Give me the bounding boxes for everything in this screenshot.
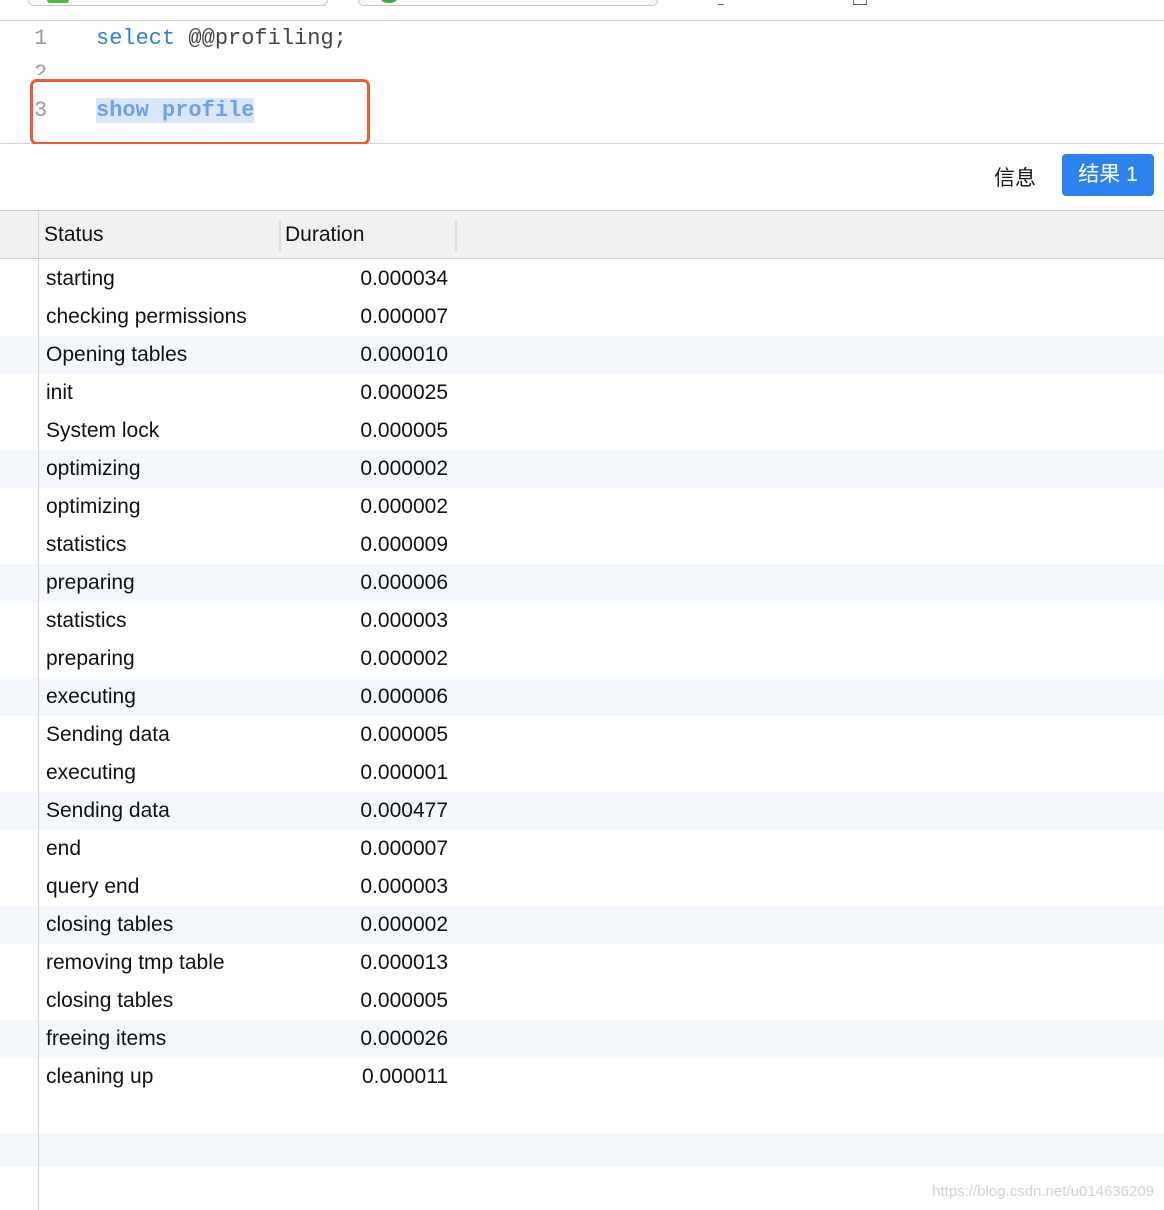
column-header-duration[interactable]: Duration (285, 211, 364, 258)
table-row[interactable]: System lock 0.000005 (0, 412, 1164, 450)
column-resize-handle[interactable] (455, 219, 457, 252)
duration-cell[interactable]: 0.000001 (360, 754, 448, 792)
sql-expression: @@profiling; (175, 26, 347, 51)
status-cell[interactable]: System lock (46, 412, 159, 450)
table-row[interactable]: checking permissions 0.000007 (0, 298, 1164, 336)
table-row[interactable]: cleaning up 0.000011 (0, 1058, 1164, 1096)
status-cell[interactable]: init (46, 374, 73, 412)
filter-icon[interactable] (718, 0, 724, 5)
results-grid[interactable]: Status Duration starting 0.000034 checking… (0, 211, 1164, 1210)
duration-cell[interactable]: 0.000005 (360, 412, 448, 450)
status-cell[interactable]: statistics (46, 602, 127, 640)
duration-cell[interactable]: 0.000003 (360, 602, 448, 640)
table-row[interactable]: executing 0.000006 (0, 678, 1164, 716)
duration-cell[interactable]: 0.000007 (360, 298, 448, 336)
status-cell[interactable]: executing (46, 754, 136, 792)
export-icon[interactable] (853, 0, 867, 5)
sql-editor[interactable]: 1 select @@profiling; 2 3 show profile (0, 21, 1164, 145)
status-cell[interactable]: Sending data (46, 716, 170, 754)
status-cell[interactable]: closing tables (46, 906, 173, 944)
status-cell[interactable]: executing (46, 678, 136, 716)
status-cell[interactable]: optimizing (46, 488, 141, 526)
duration-cell[interactable]: 0.000005 (360, 982, 448, 1020)
result-panel-header: 信息 结果 1 (0, 144, 1164, 211)
table-row[interactable]: Sending data 0.000005 (0, 716, 1164, 754)
duration-cell[interactable]: 0.000034 (360, 260, 448, 298)
table-icon (47, 0, 69, 3)
status-cell[interactable]: preparing (46, 640, 135, 678)
duration-cell[interactable]: 0.000002 (360, 640, 448, 678)
duration-cell[interactable]: 0.000010 (360, 336, 448, 374)
table-row[interactable]: query end 0.000003 (0, 868, 1164, 906)
table-row[interactable]: statistics 0.000003 (0, 602, 1164, 640)
status-cell[interactable]: query end (46, 868, 139, 906)
duration-cell[interactable]: 0.000002 (360, 450, 448, 488)
column-header-row: Status Duration (0, 211, 1164, 259)
sql-keyword: select (96, 26, 176, 51)
duration-cell[interactable]: 0.000002 (360, 906, 448, 944)
status-cell[interactable]: Opening tables (46, 336, 187, 374)
table-row[interactable]: closing tables 0.000005 (0, 982, 1164, 1020)
status-cell[interactable]: checking permissions (46, 298, 247, 336)
table-row[interactable]: init 0.000025 (0, 374, 1164, 412)
query-tab-1[interactable] (28, 0, 328, 6)
status-cell[interactable]: optimizing (46, 450, 141, 488)
table-row[interactable]: Sending data 0.000477 (0, 792, 1164, 830)
table-row[interactable]: optimizing 0.000002 (0, 488, 1164, 526)
duration-cell[interactable]: 0.000026 (360, 1020, 448, 1058)
status-cell[interactable]: freeing items (46, 1020, 166, 1058)
empty-row (0, 1133, 1164, 1167)
duration-cell[interactable]: 0.000011 (362, 1058, 448, 1096)
tab-result-1[interactable]: 结果 1 (1062, 154, 1154, 196)
watermark: https://blog.csdn.net/u014636209 (932, 1183, 1154, 1200)
table-row[interactable]: executing 0.000001 (0, 754, 1164, 792)
status-cell[interactable]: removing tmp table (46, 944, 225, 982)
line-number: 1 (34, 26, 48, 51)
duration-cell[interactable]: 0.000025 (360, 374, 448, 412)
table-row[interactable]: statistics 0.000009 (0, 526, 1164, 564)
duration-cell[interactable]: 0.000003 (360, 868, 448, 906)
table-row[interactable]: preparing 0.000002 (0, 640, 1164, 678)
status-cell[interactable]: statistics (46, 526, 127, 564)
duration-cell[interactable]: 0.000006 (360, 678, 448, 716)
line-number: 2 (34, 61, 48, 75)
duration-cell[interactable]: 0.000007 (360, 830, 448, 868)
table-row[interactable]: freeing items 0.000026 (0, 1020, 1164, 1058)
duration-cell[interactable]: 0.000005 (360, 716, 448, 754)
table-row[interactable]: Opening tables 0.000010 (0, 336, 1164, 374)
query-tab-strip (0, 0, 1164, 21)
column-header-status[interactable]: Status (44, 211, 104, 258)
duration-cell[interactable]: 0.000013 (360, 944, 448, 982)
duration-cell[interactable]: 0.000477 (360, 792, 448, 830)
duration-cell[interactable]: 0.000009 (360, 526, 448, 564)
table-body: starting 0.000034 checking permissions 0.00… (0, 260, 1164, 1096)
query-tab-2[interactable] (358, 0, 658, 6)
table-row[interactable]: closing tables 0.000002 (0, 906, 1164, 944)
table-row[interactable]: preparing 0.000006 (0, 564, 1164, 602)
status-cell[interactable]: starting (46, 260, 115, 298)
table-row[interactable]: end 0.000007 (0, 830, 1164, 868)
row-gutter-divider (38, 211, 39, 1210)
status-cell[interactable]: Sending data (46, 792, 170, 830)
table-row[interactable]: starting 0.000034 (0, 260, 1164, 298)
column-resize-handle[interactable] (279, 219, 281, 252)
status-cell[interactable]: end (46, 830, 81, 868)
code-line-1[interactable]: select @@profiling; (96, 26, 347, 51)
highlight-annotation-box (30, 79, 370, 145)
database-icon (381, 0, 397, 3)
status-cell[interactable]: cleaning up (46, 1058, 153, 1096)
tab-info[interactable]: 信息 (994, 162, 1036, 192)
duration-cell[interactable]: 0.000006 (360, 564, 448, 602)
table-row[interactable]: removing tmp table 0.000013 (0, 944, 1164, 982)
status-cell[interactable]: closing tables (46, 982, 173, 1020)
status-cell[interactable]: preparing (46, 564, 135, 602)
table-row[interactable]: optimizing 0.000002 (0, 450, 1164, 488)
duration-cell[interactable]: 0.000002 (360, 488, 448, 526)
